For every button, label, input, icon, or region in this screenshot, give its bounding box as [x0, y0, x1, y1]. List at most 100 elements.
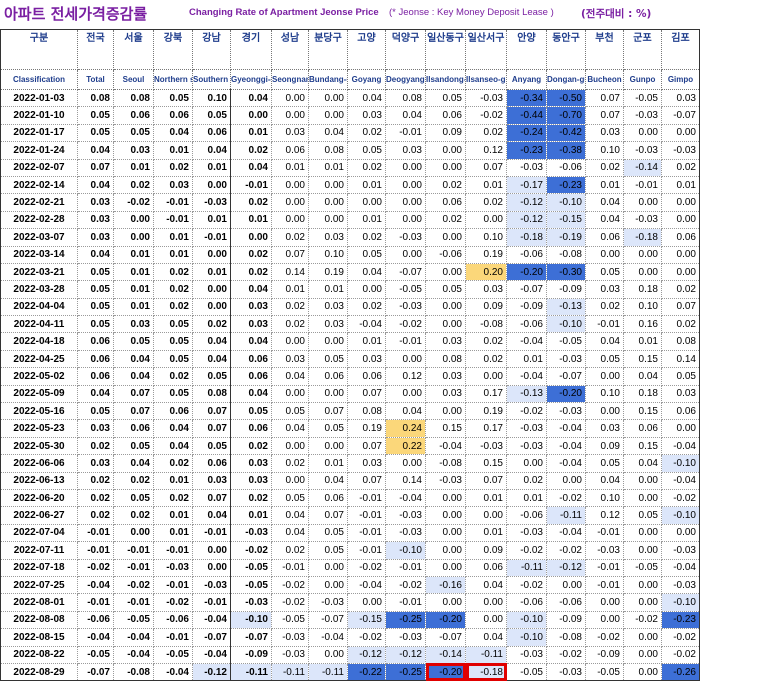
column-subheader-7: Bundang-gu	[308, 69, 348, 90]
value-cell: -0.02	[465, 106, 507, 125]
value-cell: -0.18	[623, 228, 662, 247]
column-header-12: 안양	[506, 29, 547, 70]
value-cell: 0.00	[113, 228, 154, 247]
value-cell: 0.07	[661, 297, 700, 317]
date-cell: 2022-03-28	[0, 280, 78, 299]
value-cell: 0.02	[153, 297, 193, 317]
value-cell: -0.03	[385, 506, 426, 525]
value-cell: 0.00	[465, 593, 507, 612]
date-cell: 2022-02-28	[0, 210, 78, 230]
value-cell: -0.03	[385, 523, 426, 543]
value-cell: 0.02	[347, 297, 386, 317]
value-cell: 0.00	[585, 402, 624, 421]
value-cell: 0.01	[506, 349, 547, 369]
date-cell: 2022-03-21	[0, 262, 78, 282]
value-cell: 0.02	[230, 141, 272, 160]
value-cell: 0.04	[230, 280, 272, 299]
value-cell: -0.04	[546, 436, 586, 456]
value-cell: 0.10	[585, 384, 624, 404]
value-cell: -0.03	[546, 402, 586, 421]
value-cell: -0.10	[546, 193, 586, 212]
value-cell: -0.12	[546, 558, 586, 577]
value-cell: -0.11	[506, 558, 547, 577]
value-cell: 0.00	[623, 471, 662, 490]
column-subheader-14: Bucheon	[585, 69, 624, 90]
value-cell: 0.05	[153, 88, 193, 108]
value-cell: 0.06	[425, 193, 466, 212]
value-cell: -0.03	[546, 662, 586, 681]
value-cell: -0.03	[506, 419, 547, 438]
table-row: 2022-04-18 0.06 0.05 0.05 0.04 0.04 0.00 0.00 0.…	[0, 332, 700, 351]
value-cell: 0.01	[192, 158, 231, 177]
value-cell: 0.00	[271, 193, 309, 212]
value-cell: -0.04	[153, 662, 193, 681]
value-cell: 0.07	[192, 419, 231, 438]
value-cell: -0.09	[546, 610, 586, 630]
date-cell: 2022-06-27	[0, 506, 78, 525]
value-cell: 0.00	[425, 558, 466, 577]
value-cell: 0.08	[385, 88, 426, 108]
value-cell: 0.02	[153, 262, 193, 282]
column-header-4: 강남	[192, 29, 231, 70]
value-cell: 0.00	[230, 106, 272, 125]
table-row: 2022-01-03 0.08 0.08 0.05 0.10 0.04 0.00 0.00 0.…	[0, 88, 700, 108]
value-cell: 0.15	[623, 349, 662, 369]
value-cell: 0.16	[623, 315, 662, 334]
value-cell: 0.02	[113, 506, 154, 525]
value-cell: 0.01	[347, 175, 386, 195]
value-cell: -0.10	[385, 541, 426, 560]
value-cell: -0.01	[192, 228, 231, 247]
value-cell: 0.05	[153, 315, 193, 334]
value-cell: 0.02	[77, 471, 114, 490]
value-cell: 0.02	[271, 228, 309, 247]
value-cell: 0.03	[271, 123, 309, 143]
value-cell: 0.01	[347, 210, 386, 230]
value-cell: -0.03	[506, 523, 547, 543]
date-cell: 2022-07-18	[0, 558, 78, 577]
value-cell: -0.23	[546, 175, 586, 195]
value-cell: -0.07	[661, 106, 700, 125]
value-cell: 0.03	[347, 106, 386, 125]
column-header-2: 서울	[113, 29, 154, 70]
column-header-14: 부천	[585, 29, 624, 70]
date-cell: 2022-07-11	[0, 541, 78, 560]
value-cell: 0.05	[192, 436, 231, 456]
value-cell: 0.02	[271, 454, 309, 473]
table-row: 2022-03-21 0.05 0.01 0.02 0.01 0.02 0.14 0.19 0.…	[0, 262, 700, 282]
value-cell: -0.03	[271, 628, 309, 647]
value-cell: 0.03	[385, 141, 426, 160]
value-cell: 0.02	[661, 158, 700, 177]
value-cell: 0.01	[113, 245, 154, 264]
table-row: 2022-02-14 0.04 0.02 0.03 0.00 -0.01 0.00 0.00 0…	[0, 175, 700, 195]
value-cell: 0.05	[347, 245, 386, 264]
value-cell: -0.06	[425, 245, 466, 264]
value-cell: 0.12	[585, 506, 624, 525]
value-cell: 0.00	[230, 228, 272, 247]
value-cell: 0.05	[77, 123, 114, 143]
value-cell: 0.01	[347, 332, 386, 351]
value-cell: -0.10	[661, 593, 700, 612]
value-cell: -0.03	[623, 106, 662, 125]
value-cell: 0.07	[347, 384, 386, 404]
value-cell: 0.01	[113, 280, 154, 299]
value-cell: -0.07	[77, 662, 114, 681]
value-cell: -0.20	[425, 610, 466, 630]
value-cell: 0.04	[465, 628, 507, 647]
value-cell: -0.02	[347, 628, 386, 647]
value-cell: 0.04	[271, 506, 309, 525]
table-row: 2022-05-16 0.05 0.07 0.06 0.07 0.05 0.05 0.07 0.…	[0, 402, 700, 421]
value-cell: 0.05	[113, 436, 154, 456]
value-cell: 0.02	[465, 332, 507, 351]
value-cell: -0.18	[465, 662, 507, 681]
value-cell: 0.02	[77, 506, 114, 525]
value-cell: 0.01	[230, 210, 272, 230]
value-cell: -0.14	[623, 158, 662, 177]
value-cell: -0.02	[506, 541, 547, 560]
value-cell: -0.10	[661, 454, 700, 473]
value-cell: 0.10	[585, 141, 624, 160]
table-row: 2022-01-24 0.04 0.03 0.01 0.04 0.02 0.06 0.08 0.…	[0, 141, 700, 160]
value-cell: -0.08	[546, 245, 586, 264]
value-cell: 0.00	[585, 245, 624, 264]
value-cell: 0.08	[77, 88, 114, 108]
value-cell: -0.03	[506, 158, 547, 177]
